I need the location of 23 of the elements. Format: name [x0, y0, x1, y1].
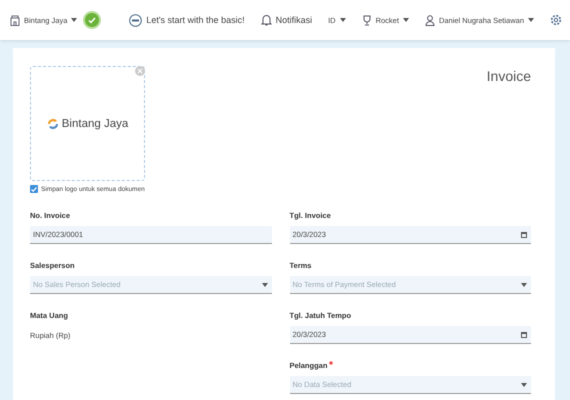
caret-icon: [262, 282, 268, 286]
caret-icon: [521, 382, 527, 386]
badge-icon: [129, 14, 142, 26]
building-icon: [10, 14, 20, 26]
user-icon: [424, 14, 435, 26]
logo-icon: [46, 118, 59, 130]
company-logo-text: Bintang Jaya: [62, 118, 128, 130]
calendar-icon: [521, 332, 527, 338]
notifications-button[interactable]: Notifikasi: [260, 14, 312, 26]
checkbox[interactable]: [30, 185, 38, 193]
bell-icon: [260, 14, 272, 26]
caret-icon: [521, 282, 527, 286]
document-title: Invoice: [486, 68, 531, 84]
logo-upload-area[interactable]: Bintang Jaya: [30, 66, 145, 181]
caret-icon: [71, 18, 78, 22]
caret-icon: [340, 18, 346, 22]
caret-icon: [528, 18, 534, 22]
settings-button[interactable]: [550, 14, 562, 26]
settings-icon: [550, 14, 562, 26]
trophy-icon: [362, 14, 372, 26]
calendar-icon: [521, 232, 527, 238]
guide-link[interactable]: Let's start with the basic!: [129, 14, 245, 26]
caret-icon: [402, 18, 409, 22]
